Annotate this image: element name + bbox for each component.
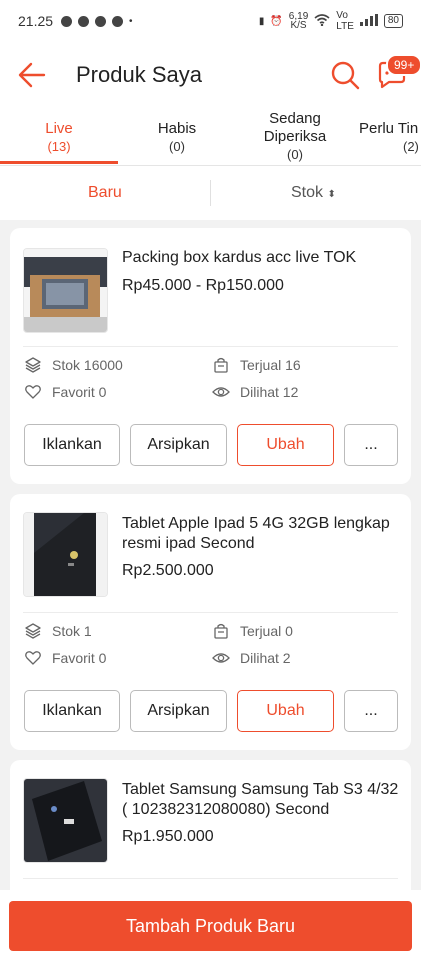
tab-live[interactable]: Live (13) <box>0 108 118 165</box>
eye-icon <box>212 653 230 663</box>
tab-count: (0) <box>287 147 303 162</box>
tab-perlu-tindakan[interactable]: Perlu Tin (2) <box>354 108 421 165</box>
views-stat: Dilihat 2 <box>212 649 291 667</box>
search-icon[interactable] <box>330 60 360 90</box>
shopping-bag-icon <box>214 357 228 373</box>
back-arrow-icon[interactable] <box>18 62 46 88</box>
advertise-button[interactable]: Iklankan <box>24 690 120 732</box>
sold-text: Terjual 0 <box>240 623 293 639</box>
layers-icon <box>25 623 41 639</box>
product-card: Packing box kardus acc live TOK Rp45.000… <box>10 228 411 484</box>
status-tabs: Live (13) Habis (0) Sedang Diperiksa (0)… <box>0 108 421 166</box>
eye-icon <box>212 387 230 397</box>
tab-habis[interactable]: Habis (0) <box>118 108 236 165</box>
footer-bar: Tambah Produk Baru <box>0 890 421 960</box>
sort-stock-label: Stok <box>291 184 324 201</box>
wifi-icon <box>314 13 330 29</box>
net-speed: 6,19 K/S <box>289 12 308 31</box>
product-thumbnail[interactable] <box>23 248 108 333</box>
alarm-icon: ⏰ <box>270 15 283 27</box>
tab-count: (0) <box>169 139 185 154</box>
product-thumbnail[interactable] <box>23 778 108 863</box>
battery-icon: 80 <box>383 14 403 28</box>
tab-label: Sedang Diperiksa <box>263 110 327 145</box>
sold-text: Terjual 16 <box>240 357 301 373</box>
heart-icon <box>25 385 41 399</box>
tab-label: Habis <box>157 120 197 137</box>
product-price: Rp1.950.000 <box>122 828 214 845</box>
whatsapp-icon <box>61 15 73 27</box>
more-button[interactable]: ... <box>344 424 398 466</box>
volte-icon: Vo LTE <box>336 10 354 32</box>
sort-newest[interactable]: Baru <box>88 184 122 202</box>
signal-icon <box>359 13 378 29</box>
system-icons: ▮ ⏰ 6,19 K/S Vo LTE 80 <box>259 10 403 32</box>
sold-stat: Terjual 16 <box>212 356 301 374</box>
cloud-icon <box>78 15 90 27</box>
layers-icon <box>25 357 41 373</box>
active-tab-indicator <box>0 161 118 164</box>
tab-count: (2) <box>403 139 419 154</box>
status-bar: 21.25 • ▮ ⏰ 6,19 K/S Vo LTE 80 <box>0 0 421 42</box>
favorite-text: Favorit 0 <box>52 650 107 666</box>
sort-arrows-icon: ⬍ <box>327 189 336 200</box>
status-time: 21.25 <box>18 13 54 29</box>
product-thumbnail[interactable] <box>23 512 108 597</box>
views-text: Dilihat 12 <box>240 384 299 400</box>
product-price: Rp45.000 - Rp150.000 <box>122 277 284 294</box>
card-divider <box>23 346 398 347</box>
product-name: Tablet Samsung Samsung Tab S3 4/32 ( 102… <box>122 781 399 818</box>
messenger-icon <box>95 15 107 27</box>
card-divider <box>23 612 398 613</box>
sort-stock[interactable]: Stok ⬍ <box>291 184 336 202</box>
views-stat: Dilihat 12 <box>212 383 298 401</box>
stock-text: Stok 1 <box>52 623 92 639</box>
telegram-icon <box>112 15 124 27</box>
vibrate-icon: ▮ <box>258 15 265 27</box>
favorite-stat: Favorit 0 <box>24 383 106 401</box>
edit-button[interactable]: Ubah <box>237 690 334 732</box>
stock-stat: Stok 1 <box>24 622 92 640</box>
favorite-text: Favorit 0 <box>52 384 107 400</box>
product-card: Tablet Apple Ipad 5 4G 32GB lengkap resm… <box>10 494 411 750</box>
card-divider <box>23 878 398 879</box>
heart-icon <box>25 651 41 665</box>
tab-label: Live <box>45 120 73 137</box>
stock-stat: Stok 16000 <box>24 356 123 374</box>
tab-count: (13) <box>47 139 71 154</box>
advertise-button[interactable]: Iklankan <box>24 424 120 466</box>
tab-sedang-diperiksa[interactable]: Sedang Diperiksa (0) <box>236 108 354 165</box>
views-text: Dilihat 2 <box>240 650 291 666</box>
archive-button[interactable]: Arsipkan <box>130 424 227 466</box>
app-bar: Produk Saya 99+ <box>0 42 421 108</box>
notification-icons: • <box>61 15 133 27</box>
more-button[interactable]: ... <box>344 690 398 732</box>
edit-button[interactable]: Ubah <box>237 424 334 466</box>
chat-badge: 99+ <box>386 54 421 76</box>
more-dot-icon: • <box>129 15 133 27</box>
product-image <box>24 249 107 332</box>
net-speed-unit: K/S <box>290 20 307 31</box>
product-image <box>24 513 107 596</box>
tab-label: Perlu Tin <box>359 120 419 137</box>
add-product-button[interactable]: Tambah Produk Baru <box>9 901 412 951</box>
favorite-stat: Favorit 0 <box>24 649 106 667</box>
sort-bar: Baru Stok ⬍ <box>0 166 421 220</box>
shopping-bag-icon <box>214 623 228 639</box>
product-name: Packing box kardus acc live TOK <box>122 249 357 266</box>
page-title: Produk Saya <box>76 62 202 87</box>
product-name: Tablet Apple Ipad 5 4G 32GB lengkap resm… <box>122 515 390 552</box>
product-image <box>24 779 107 862</box>
sort-divider <box>210 180 211 206</box>
sold-stat: Terjual 0 <box>212 622 293 640</box>
stock-text: Stok 16000 <box>52 357 123 373</box>
archive-button[interactable]: Arsipkan <box>130 690 227 732</box>
product-price: Rp2.500.000 <box>122 562 214 579</box>
